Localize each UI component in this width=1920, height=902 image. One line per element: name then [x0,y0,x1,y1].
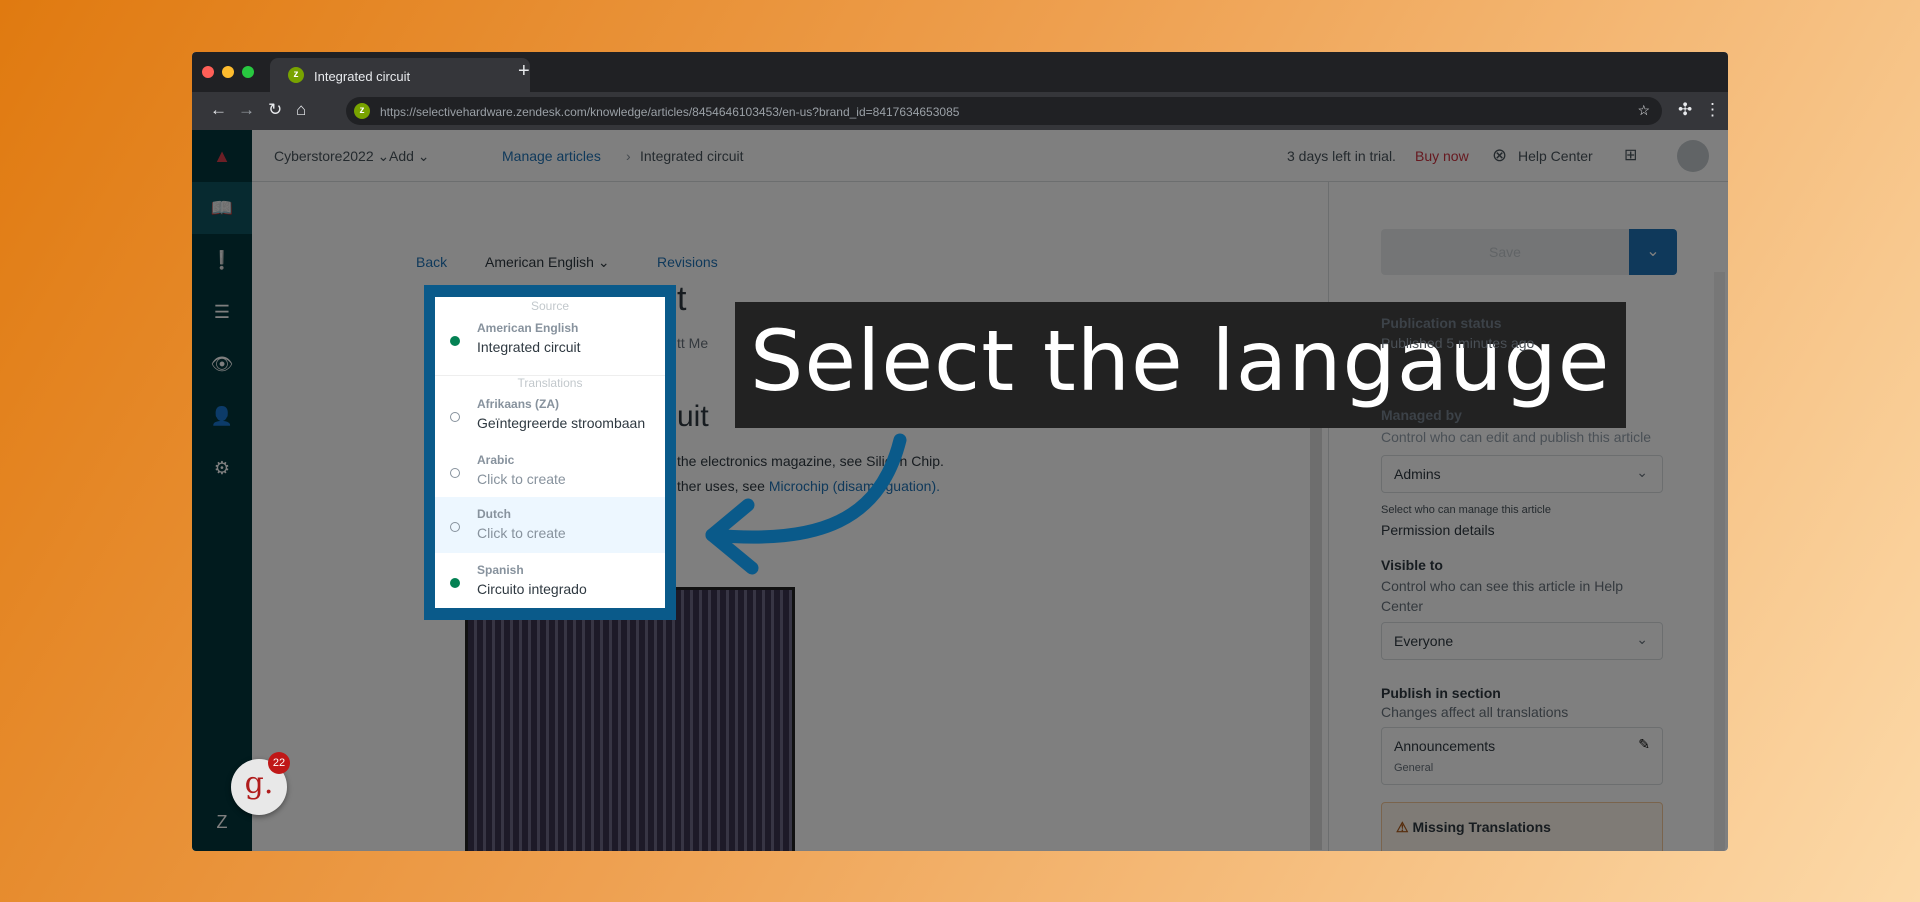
bookmark-star-icon[interactable]: ☆ [1637,102,1650,119]
language-item-spanish[interactable]: Spanish Circuito integrado [435,553,665,609]
browser-tab[interactable]: z Integrated circuit [270,58,530,92]
published-dot-icon [450,336,460,346]
minimize-window-button[interactable] [222,66,234,78]
new-tab-button[interactable]: + [518,60,530,83]
browser-window: z Integrated circuit + ← → ↻ ⌂ z https:/… [192,52,1728,851]
language-item-arabic[interactable]: Arabic Click to create [435,443,665,499]
dim-overlay [192,130,1728,851]
site-favicon-icon: z [354,103,370,119]
reload-icon[interactable]: ↻ [268,100,282,120]
language-item-american-english[interactable]: American English Integrated circuit [435,311,665,367]
published-dot-icon [450,578,460,588]
language-item-dutch[interactable]: Dutch Click to create [435,497,665,553]
extensions-icon[interactable]: ✣ [1678,100,1692,120]
address-bar-row: ← → ↻ ⌂ z https://selectivehardware.zend… [192,92,1728,130]
notification-count-badge: 22 [268,752,290,774]
url-input[interactable]: z https://selectivehardware.zendesk.com/… [346,97,1662,125]
tab-title: Integrated circuit [314,69,411,84]
language-menu: Source American English Integrated circui… [435,297,665,608]
managed-by-desc: Control who can edit and publish this ar… [1381,429,1652,445]
back-arrow-icon[interactable]: ← [210,100,227,120]
publication-status-label: Publication status [1381,315,1502,331]
zendesk-favicon-icon: z [288,67,304,83]
url-text: https://selectivehardware.zendesk.com/kn… [380,105,960,119]
language-item-afrikaans[interactable]: Afrikaans (ZA) Geïntegreerde stroombaan [435,387,665,443]
browser-menu-icon[interactable]: ⋮ [1704,100,1721,120]
language-dropdown: Source American English Integrated circui… [424,285,676,620]
home-icon[interactable]: ⌂ [296,100,306,120]
empty-dot-icon [450,412,460,422]
empty-dot-icon [450,522,460,532]
forward-arrow-icon[interactable]: → [238,100,255,120]
publication-status-value: Published 5 minutes ago [1381,335,1535,351]
managed-by-label: Managed by [1381,407,1462,423]
tab-bar: z Integrated circuit + [192,52,1728,92]
empty-dot-icon [450,468,460,478]
close-window-button[interactable] [202,66,214,78]
maximize-window-button[interactable] [242,66,254,78]
